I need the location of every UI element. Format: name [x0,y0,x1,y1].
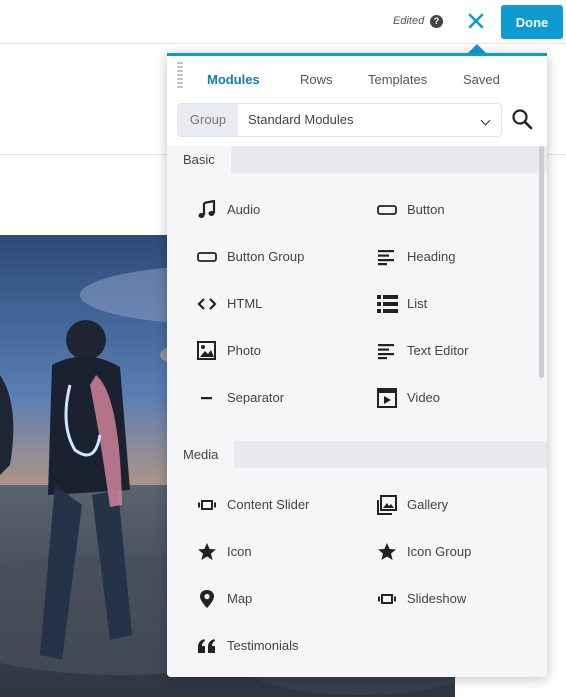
module-gallery[interactable]: Gallery [377,493,547,517]
module-icon-group[interactable]: Icon Group [377,540,547,564]
module-button-group[interactable]: Button Group [197,245,367,269]
done-button[interactable]: Done [501,5,563,39]
group-label: Group [178,104,238,136]
module-label: Content Slider [227,497,310,512]
photo-icon [197,341,217,361]
module-label: HTML [227,296,263,311]
code-icon [197,294,217,314]
page-builder-screen: Edited ? Done Modules Rows Templates Sav… [0,0,566,697]
separator-icon [197,388,217,408]
module-photo[interactable]: Photo [197,339,367,363]
module-label: Video [407,390,441,405]
heading-icon [377,247,397,267]
tab-templates[interactable]: Templates [368,72,427,87]
map-pin-icon [197,589,217,609]
module-label: Photo [227,343,261,358]
button-group-icon [197,247,217,267]
module-button[interactable]: Button [377,198,547,222]
module-label: Separator [227,390,285,405]
module-label: Gallery [407,497,449,512]
module-label: Text Editor [407,343,469,358]
button-icon [377,200,397,220]
module-label: Button Group [227,249,305,264]
module-text-editor[interactable]: Text Editor [377,339,547,363]
module-slideshow[interactable]: Slideshow [377,587,547,611]
star-icon [377,542,397,562]
module-label: Button [407,202,445,217]
module-content-slider[interactable]: Content Slider [197,493,367,517]
tab-modules[interactable]: Modules [207,72,260,87]
section-title: Basic [167,146,231,173]
slideshow-icon [377,589,397,609]
question-circle-icon[interactable]: ? [430,15,443,28]
list-icon [377,294,398,314]
module-label: Icon [227,544,252,559]
group-select[interactable]: Group Standard Modules [177,103,502,137]
module-map[interactable]: Map [197,587,367,611]
star-icon [197,542,217,562]
tab-saved[interactable]: Saved [463,72,500,87]
module-label: Audio [227,202,261,217]
gallery-icon [377,495,397,515]
music-note-icon [197,199,217,220]
module-heading[interactable]: Heading [377,245,547,269]
slider-icon [197,495,217,515]
module-audio[interactable]: Audio [197,198,367,222]
module-list[interactable]: List [377,292,547,316]
module-html[interactable]: HTML [197,292,367,316]
top-toolbar: Edited ? Done [0,0,566,44]
section-title: Media [167,441,235,468]
text-editor-icon [377,341,397,361]
edited-status: Edited [393,15,425,27]
chevron-down-icon[interactable] [480,115,491,126]
module-label: Slideshow [407,591,467,606]
module-label: Testimonials [227,638,299,653]
video-icon [377,388,397,408]
panel-tabs: Modules Rows Templates Saved [167,56,547,102]
module-label: Map [227,591,253,606]
panel-scrollbar[interactable] [539,146,544,378]
module-separator[interactable]: Separator [197,386,367,410]
module-label: List [407,296,428,311]
tab-rows[interactable]: Rows [300,72,333,87]
content-panel: Modules Rows Templates Saved Group Stand… [167,53,547,677]
quote-icon [197,636,217,656]
section-header-basic: Basic [167,146,547,173]
modules-list: Basic Audio Button Button Group Heading … [167,146,547,677]
section-header-media: Media [167,441,547,468]
module-icon[interactable]: Icon [197,540,367,564]
search-icon[interactable] [510,107,534,131]
module-video[interactable]: Video [377,386,547,410]
module-testimonials[interactable]: Testimonials [197,634,367,658]
close-icon[interactable] [463,8,489,34]
module-label: Heading [407,249,456,264]
group-select-value[interactable]: Standard Modules [248,104,354,136]
module-label: Icon Group [407,544,472,559]
